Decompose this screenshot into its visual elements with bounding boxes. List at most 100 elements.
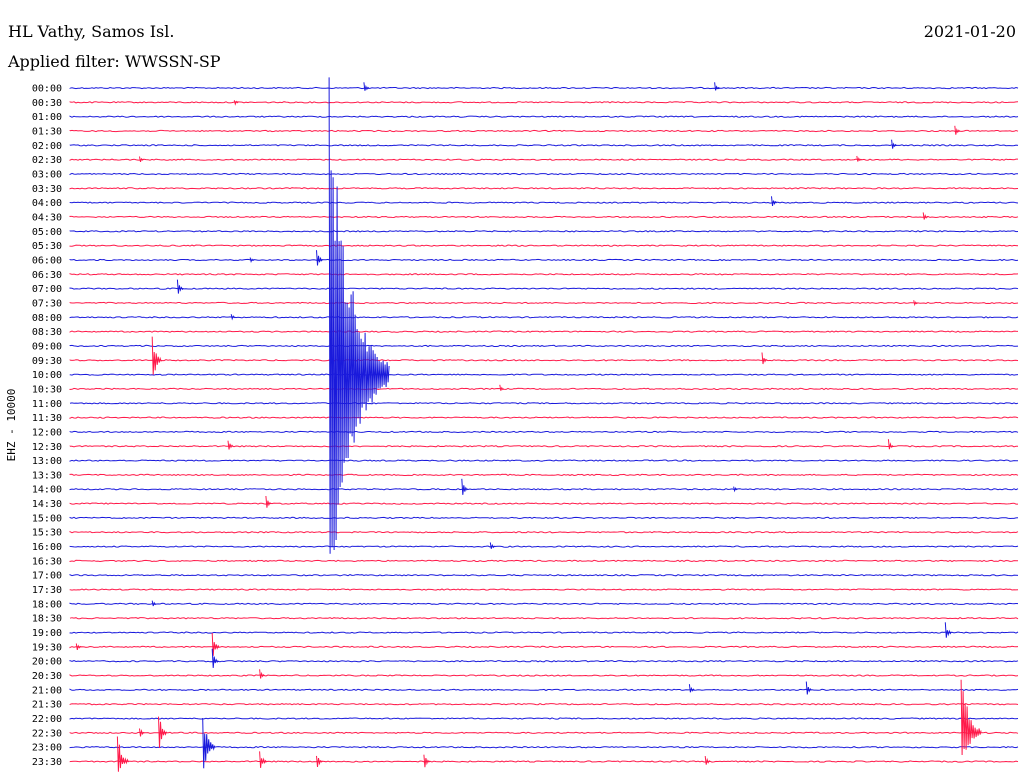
event-waveform-13: [230, 314, 236, 321]
time-tick-label: 08:30: [32, 327, 62, 338]
trace-line-2230: [69, 731, 1019, 734]
trace-line-1030: [69, 387, 1019, 391]
time-tick-label: 01:30: [32, 127, 62, 138]
event-waveform-15: [761, 352, 768, 365]
time-tick-label: 22:30: [32, 728, 62, 739]
time-tick-label: 05:00: [32, 227, 62, 238]
event-waveform-6: [856, 155, 863, 162]
time-tick-label: 12:00: [32, 427, 62, 438]
time-tick-label: 21:00: [32, 685, 62, 696]
time-tick-label: 19:00: [32, 628, 62, 639]
event-waveform-0: [363, 82, 370, 91]
time-tick-label: 01:00: [32, 112, 62, 123]
event-waveform-35: [202, 717, 216, 769]
trace-line-1300: [69, 459, 1018, 462]
time-tick-label: 03:30: [32, 184, 62, 195]
time-tick-label: 23:30: [32, 757, 62, 768]
event-waveform-14: [151, 336, 162, 375]
event-waveform-16: [328, 77, 390, 554]
event-waveform-23: [489, 542, 496, 549]
trace-line-0230: [69, 158, 1018, 161]
event-waveform-18: [227, 440, 234, 450]
event-waveform-37: [259, 751, 267, 768]
event-waveform-3: [954, 125, 961, 135]
trace-line-2200: [69, 717, 1019, 720]
time-tick-label: 22:00: [32, 714, 62, 725]
event-waveform-19: [887, 439, 894, 450]
trace-line-1730: [69, 588, 1019, 591]
trace-line-0300: [69, 172, 1019, 176]
trace-line-0130: [69, 129, 1019, 133]
time-tick-label: 07:00: [32, 284, 62, 295]
time-tick-label: 10:30: [32, 384, 62, 395]
event-waveform-24: [151, 600, 157, 607]
time-tick-label: 21:30: [32, 700, 62, 711]
time-tick-label: 12:30: [32, 442, 62, 453]
event-marks: [75, 77, 982, 772]
trace-line-1700: [69, 574, 1019, 577]
event-waveform-7: [771, 196, 777, 206]
trace-line-1400: [69, 488, 1019, 491]
time-tick-label: 23:00: [32, 743, 62, 754]
event-waveform-17: [499, 384, 505, 391]
time-tick-label: 14:00: [32, 485, 62, 496]
trace-line-0400: [69, 201, 1019, 204]
trace-line-0900: [69, 344, 1019, 348]
trace-line-0330: [69, 187, 1019, 190]
trace-line-0600: [69, 258, 1019, 262]
trace-line-2130: [69, 703, 1019, 706]
event-waveform-12: [913, 300, 919, 307]
time-tick-label: 18:00: [32, 599, 62, 610]
trace-line-1900: [69, 631, 1019, 634]
time-tick-label: 11:00: [32, 399, 62, 410]
event-waveform-10: [316, 250, 323, 266]
event-waveform-36: [116, 736, 129, 772]
time-tick-label: 13:30: [32, 470, 62, 481]
event-waveform-34: [960, 679, 982, 756]
event-waveform-26: [75, 643, 82, 651]
time-tick-label: 04:00: [32, 198, 62, 209]
time-tick-label: 17:00: [32, 571, 62, 582]
trace-line-0800: [69, 316, 1019, 319]
event-waveform-30: [688, 684, 695, 693]
event-waveform-31: [805, 681, 812, 695]
event-waveform-33: [139, 728, 145, 737]
time-tick-label: 11:30: [32, 413, 62, 424]
trace-line-1630: [69, 559, 1019, 563]
trace-line-1230: [69, 445, 1018, 448]
trace-line-1130: [69, 416, 1019, 419]
time-tick-label: 02:30: [32, 155, 62, 166]
time-tick-label: 08:00: [32, 313, 62, 324]
time-tick-label: 02:00: [32, 141, 62, 152]
event-waveform-32: [158, 716, 167, 748]
event-waveform-20: [461, 478, 469, 495]
trace-line-2000: [69, 660, 1019, 663]
trace-line-0700: [69, 287, 1019, 290]
trace-line-1800: [69, 602, 1019, 606]
trace-line-1930: [69, 645, 1019, 649]
time-tick-label: 00:00: [32, 84, 62, 95]
time-tick-label: 09:00: [32, 341, 62, 352]
event-waveform-22: [265, 495, 272, 508]
trace-line-0200: [69, 144, 1019, 147]
trace-line-0930: [69, 359, 1019, 362]
event-waveform-8: [922, 212, 929, 220]
event-waveform-29: [259, 669, 265, 679]
time-tick-label: 10:00: [32, 370, 62, 381]
event-waveform-40: [704, 756, 711, 765]
y-axis-label: EHZ - 10000: [5, 389, 18, 462]
time-tick-label: 14:30: [32, 499, 62, 510]
trace-line-1500: [69, 516, 1019, 520]
trace-line-2330: [69, 760, 1019, 763]
trace-line-0030: [69, 101, 1019, 104]
trace-line-1830: [69, 617, 1019, 620]
trace-line-1330: [69, 473, 1019, 477]
time-tick-label: 17:30: [32, 585, 62, 596]
trace-line-0000: [69, 86, 1019, 90]
time-tick-label: 05:30: [32, 241, 62, 252]
trace-line-0630: [69, 273, 1019, 276]
time-tick-label: 07:30: [32, 298, 62, 309]
time-tick-label: 20:00: [32, 657, 62, 668]
time-tick-label: 00:30: [32, 98, 62, 109]
trace-line-1200: [69, 430, 1019, 434]
